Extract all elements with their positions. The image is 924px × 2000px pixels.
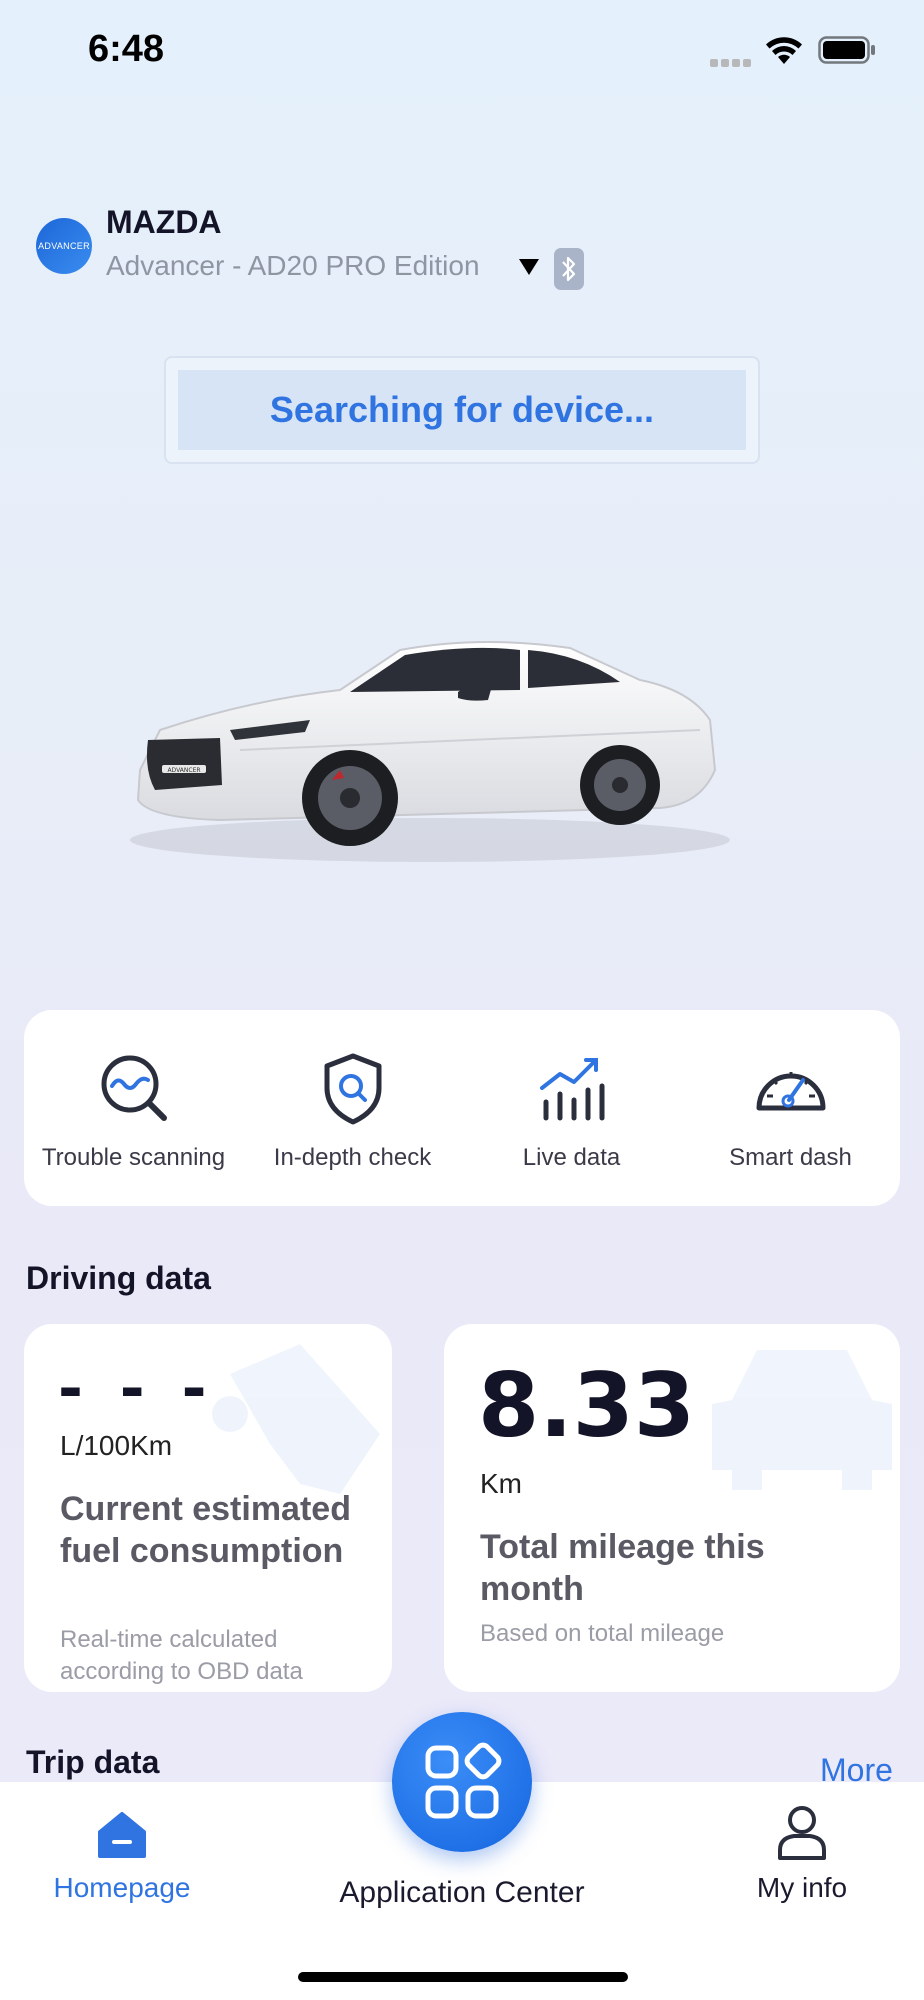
quick-actions-card: Trouble scanning In-depth check Live dat…	[24, 1010, 900, 1206]
action-smart-dash[interactable]: Smart dash	[681, 1010, 900, 1206]
device-search-box[interactable]: Searching for device...	[164, 356, 760, 464]
fuel-unit: L/100Km	[60, 1430, 173, 1461]
mileage-unit: Km	[480, 1468, 522, 1499]
fuel-pump-icon	[212, 1344, 380, 1494]
fuel-card-title: Current estimated fuel consumption	[60, 1490, 351, 1570]
speedometer-icon	[756, 1072, 825, 1111]
status-bar: 6:48	[0, 0, 924, 100]
car-image: ADVANCER	[130, 641, 730, 862]
application-center-button[interactable]	[392, 1712, 532, 1852]
battery-icon	[818, 36, 875, 64]
driving-data-title: Driving data	[26, 1260, 211, 1296]
tab-application-center[interactable]: Application Center	[312, 1876, 612, 1910]
apps-grid-icon	[425, 1742, 502, 1819]
tab-label: My info	[756, 1872, 848, 1903]
cellular-signal-icon	[710, 54, 754, 67]
action-trouble-scanning[interactable]: Trouble scanning	[24, 1010, 243, 1206]
car-badge-text: ADVANCER	[167, 767, 200, 774]
action-label: In-depth check	[273, 1144, 432, 1171]
fuel-card-subtitle: Real-time calculated according to OBD da…	[60, 1626, 303, 1685]
shield-search-icon	[324, 1053, 381, 1125]
fuel-consumption-card[interactable]: - - - L/100Km Current estimated fuel con…	[24, 1324, 392, 1692]
bluetooth-icon[interactable]	[554, 248, 584, 290]
wifi-icon	[766, 37, 802, 64]
vehicle-brand: MAZDA	[106, 204, 222, 240]
bar-chart-trend-icon	[539, 1058, 604, 1121]
mileage-card[interactable]: 8.33 Km Total mileage this month Based o…	[444, 1324, 900, 1692]
tab-label: Application Center	[339, 1876, 585, 1909]
home-icon	[98, 1812, 146, 1858]
mileage-card-subtitle: Based on total mileage	[480, 1620, 725, 1647]
fuel-value: - - -	[58, 1354, 215, 1424]
magnifier-pulse-icon	[101, 1055, 167, 1121]
device-selector[interactable]: Advancer - AD20 PRO Edition	[106, 250, 480, 282]
trip-data-title: Trip data	[26, 1744, 160, 1780]
home-indicator[interactable]	[298, 1972, 628, 1982]
action-live-data[interactable]: Live data	[462, 1010, 681, 1206]
brand-logo: ADVANCER	[36, 218, 92, 274]
action-label: Smart dash	[729, 1144, 852, 1171]
action-in-depth-check[interactable]: In-depth check	[243, 1010, 462, 1206]
dropdown-triangle-icon[interactable]	[518, 258, 540, 276]
brand-logo-text: ADVANCER	[38, 241, 90, 251]
action-label: Trouble scanning	[41, 1144, 226, 1171]
tab-my-info[interactable]: My info	[740, 1804, 864, 1904]
action-label: Live data	[522, 1144, 621, 1171]
tab-homepage[interactable]: Homepage	[52, 1810, 192, 1904]
user-icon	[778, 1806, 826, 1860]
mileage-value: 8.33	[478, 1354, 696, 1457]
mileage-card-title: Total mileage this month	[480, 1528, 765, 1608]
status-time: 6:48	[88, 28, 165, 70]
device-search-status: Searching for device...	[178, 370, 746, 450]
tab-label: Homepage	[53, 1872, 191, 1903]
car-silhouette-icon	[712, 1350, 892, 1490]
